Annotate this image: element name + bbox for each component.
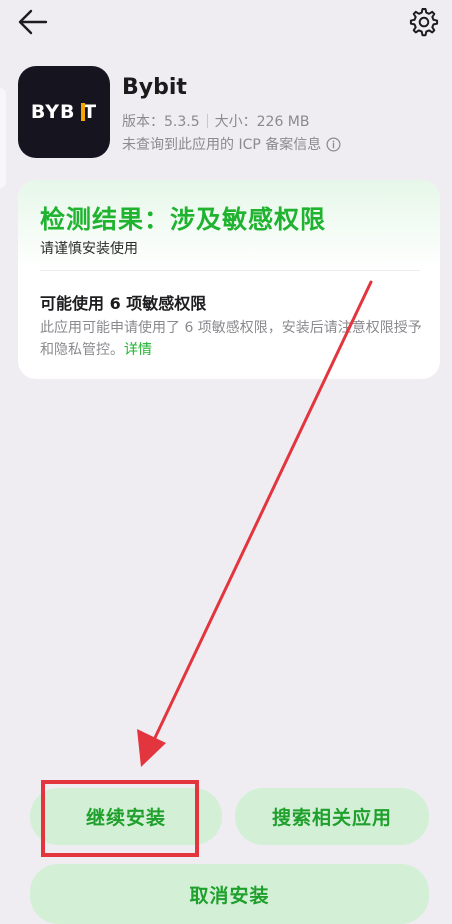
app-icon: BYB T xyxy=(18,66,110,158)
icp-note-row[interactable]: 未查询到此应用的 ICP 备案信息 xyxy=(122,134,341,154)
previous-page-edge xyxy=(0,88,6,188)
top-bar xyxy=(0,0,452,44)
cancel-install-button[interactable]: 取消安装 xyxy=(30,864,429,924)
detail-link[interactable]: 详情 xyxy=(124,342,152,358)
permission-title: 可能使用 6 项敏感权限 xyxy=(40,294,207,313)
app-size: 大小：226 MB xyxy=(214,114,310,130)
card-divider xyxy=(40,270,420,271)
result-subtitle: 请谨慎安装使用 xyxy=(40,241,138,257)
icp-note: 未查询到此应用的 ICP 备案信息 xyxy=(122,137,322,153)
app-name: Bybit xyxy=(122,75,187,100)
annotation-highlight-box xyxy=(41,780,199,857)
app-meta: 版本：5.3.5 大小：226 MB xyxy=(122,111,309,131)
info-circle-icon[interactable] xyxy=(326,137,341,152)
permission-description-text: 此应用可能申请使用了 6 项敏感权限，安装后请注意权限授予和隐私管控。 xyxy=(40,320,422,358)
app-version: 版本：5.3.5 xyxy=(122,114,200,130)
result-title: 检测结果：涉及敏感权限 xyxy=(40,205,327,234)
app-logo-text: BYB T xyxy=(30,101,98,123)
arrow-left-icon[interactable] xyxy=(18,8,48,36)
detection-result-card: 检测结果：涉及敏感权限 请谨慎安装使用 可能使用 6 项敏感权限 此应用可能申请… xyxy=(18,180,440,379)
permission-description: 此应用可能申请使用了 6 项敏感权限，安装后请注意权限授予和隐私管控。详情 xyxy=(40,317,424,361)
gear-icon[interactable] xyxy=(408,6,440,38)
logo-accent-bar xyxy=(81,103,85,121)
search-related-apps-button[interactable]: 搜索相关应用 xyxy=(235,788,429,845)
meta-divider xyxy=(206,114,208,128)
